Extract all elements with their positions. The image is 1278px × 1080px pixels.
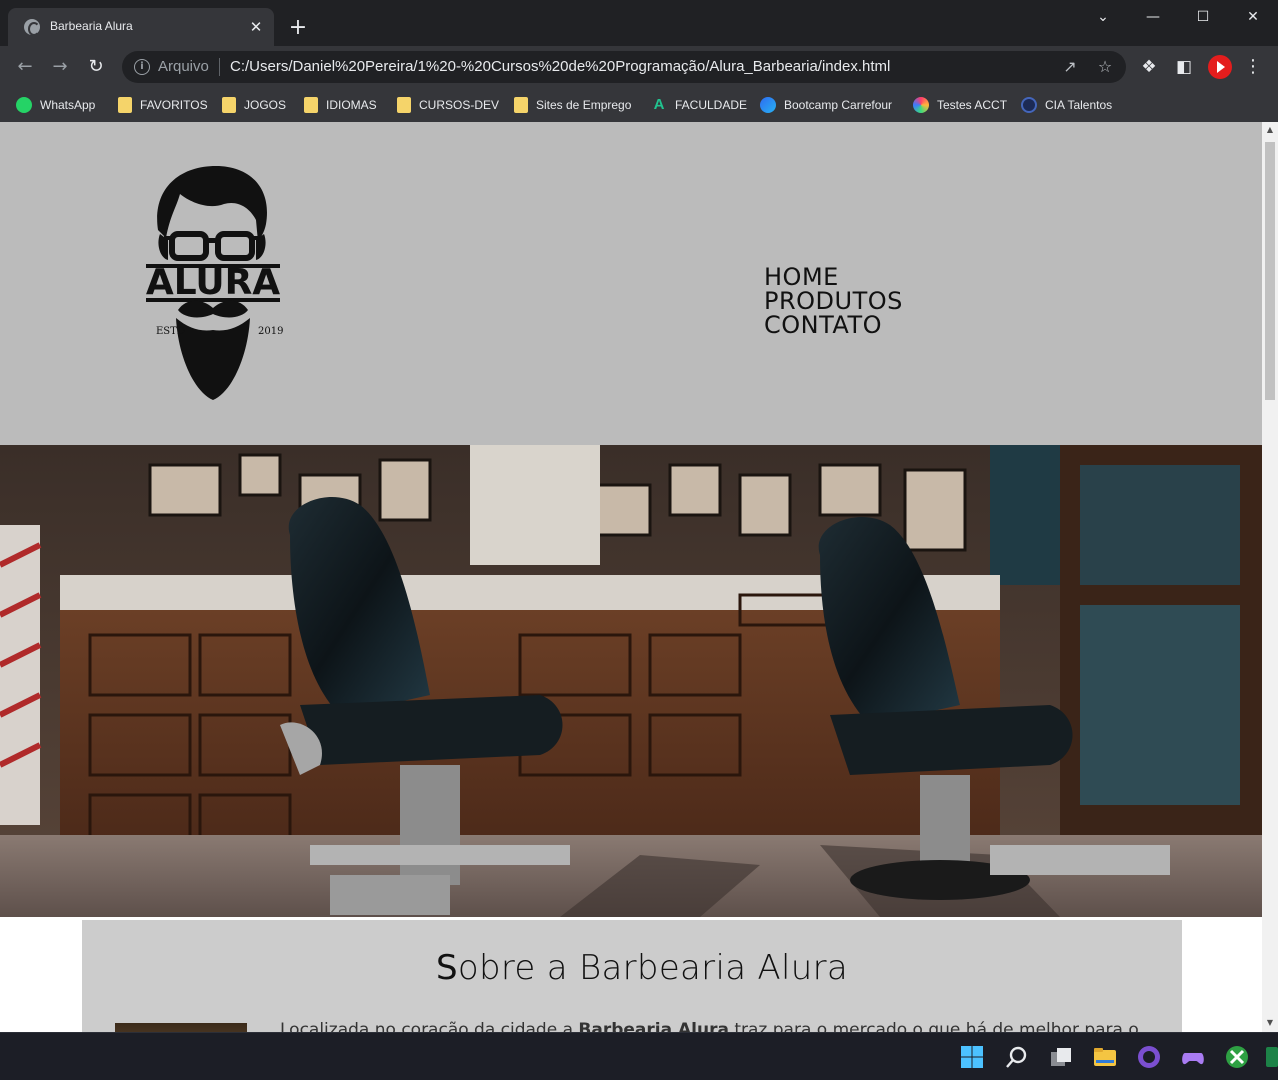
folder-icon [222,97,236,113]
maximize-button[interactable]: ☐ [1178,0,1228,34]
browser-tab[interactable]: Barbearia Alura ✕ [8,8,274,46]
bookmark-label: FAVORITOS [140,98,208,112]
browser-toolbar: ← → ↻ i Arquivo C:/Users/Daniel%20Pereir… [0,46,1278,88]
bookmark-label: IDIOMAS [326,98,377,112]
task-view-icon[interactable] [1049,1045,1073,1069]
minimize-button[interactable]: — [1128,0,1178,34]
nav-home-link[interactable]: HOME [764,265,903,289]
about-title-rest: obre a Barbearia Alura [457,948,849,988]
side-panel-icon[interactable]: ◧ [1173,56,1195,78]
bookmark-star-icon[interactable]: ☆ [1095,57,1115,77]
nav-produtos-link[interactable]: PRODUTOS [764,289,903,313]
bookmark-label: Sites de Emprego [536,98,632,112]
gamepad-icon[interactable] [1181,1045,1205,1069]
logo-wordmark: ALURA [146,262,280,303]
bookmark-label: CURSOS-DEV [419,98,500,112]
folder-icon [397,97,411,113]
about-text-end: traz para o mercado o que há de melhor p… [728,1020,1139,1032]
barbershop-hero-image [0,445,1262,917]
search-icon[interactable] [1005,1045,1029,1069]
new-tab-button[interactable]: + [287,17,309,39]
about-text-start: Localizada no coração da cidade a [280,1020,579,1032]
bookmark-cia-talentos[interactable]: CIA Talentos [1021,95,1112,115]
acct-icon [913,97,929,113]
logo-year: 2019 [258,326,283,337]
share-icon[interactable]: ↗ [1060,57,1080,77]
tab-close-button[interactable]: ✕ [246,17,266,37]
address-url[interactable]: C:/Users/Daniel%20Pereira/1%20-%20Cursos… [230,58,890,75]
bookmark-faculdade[interactable]: A FACULDADE [651,95,747,115]
bookmark-favoritos[interactable]: FAVORITOS [118,95,208,115]
page-viewport: ALURA ESTD 2019 HOME PRODUTOS CONTATO So… [0,122,1278,1032]
browser-titlebar: Barbearia Alura ✕ + ⌄ — ☐ ✕ [0,0,1278,46]
reload-icon[interactable]: ↻ [84,55,108,79]
about-text-bold: Barbearia Alura [578,1020,729,1032]
file-explorer-icon[interactable] [1093,1045,1117,1069]
site-nav: HOME PRODUTOS CONTATO [764,265,903,337]
cia-icon [1021,97,1037,113]
bookmark-jogos[interactable]: JOGOS [222,95,286,115]
excel-icon[interactable] [1266,1045,1278,1069]
scroll-up-icon[interactable]: ▲ [1265,125,1275,135]
about-section: Sobre a Barbearia Alura Localizada no co… [82,920,1182,1032]
chrome-menu-icon[interactable]: ⋮ [1244,56,1262,78]
bootcamp-icon [760,97,776,113]
logo-estd: ESTD [156,326,185,337]
close-window-button[interactable]: ✕ [1228,0,1278,34]
bookmark-whatsapp[interactable]: WhatsApp [16,95,95,115]
bookmark-label: CIA Talentos [1045,98,1113,112]
about-photo [115,1023,247,1032]
address-scheme-label: Arquivo [158,58,209,75]
folder-icon [304,97,318,113]
bookmarks-bar: WhatsApp FAVORITOS JOGOS IDIOMAS CURSOS-… [0,88,1278,122]
bookmark-label: FACULDADE [675,98,748,112]
bookmark-label: Bootcamp Carrefour [784,98,893,112]
forward-icon[interactable]: → [48,55,72,79]
address-bar[interactable]: i Arquivo C:/Users/Daniel%20Pereira/1%20… [122,51,1126,83]
tab-title: Barbearia Alura [50,19,133,33]
bookmark-label: Testes ACCT [937,98,1008,112]
xbox-icon[interactable] [1225,1045,1249,1069]
globe-icon [24,19,40,36]
extensions-icon[interactable]: ❖ [1138,56,1160,78]
windows-start-icon[interactable] [960,1045,984,1069]
nav-contato-link[interactable]: CONTATO [764,313,903,337]
scroll-down-icon[interactable]: ▼ [1265,1018,1275,1028]
about-title-initial: S [435,948,458,988]
address-separator [219,58,220,76]
about-paragraph: Localizada no coração da cidade a Barbea… [280,1020,1139,1032]
scrollbar-thumb[interactable] [1265,142,1275,400]
page-scrollbar[interactable]: ▲ ▼ [1262,122,1278,1032]
faculdade-icon: A [653,96,665,113]
bookmark-bootcamp-carrefour[interactable]: Bootcamp Carrefour [760,95,892,115]
folder-icon [118,97,132,113]
bookmark-cursos-dev[interactable]: CURSOS-DEV [397,95,499,115]
about-title: Sobre a Barbearia Alura [82,948,1202,988]
folder-icon [514,97,528,113]
alura-logo[interactable]: ALURA ESTD 2019 [138,160,288,406]
bookmark-label: WhatsApp [40,98,96,112]
github-icon[interactable] [1137,1045,1161,1069]
windows-taskbar [0,1032,1278,1080]
youtube-extension-icon[interactable] [1208,55,1232,79]
tab-search-button[interactable]: ⌄ [1078,0,1128,34]
info-icon[interactable]: i [134,59,150,75]
back-icon[interactable]: ← [13,55,37,79]
whatsapp-icon [16,97,32,113]
bookmark-testes-acct[interactable]: Testes ACCT [913,95,1007,115]
bookmark-sites-de-emprego[interactable]: Sites de Emprego [514,95,631,115]
site-header: ALURA ESTD 2019 HOME PRODUTOS CONTATO [0,122,1262,445]
bookmark-label: JOGOS [244,98,287,112]
bookmark-idiomas[interactable]: IDIOMAS [304,95,377,115]
